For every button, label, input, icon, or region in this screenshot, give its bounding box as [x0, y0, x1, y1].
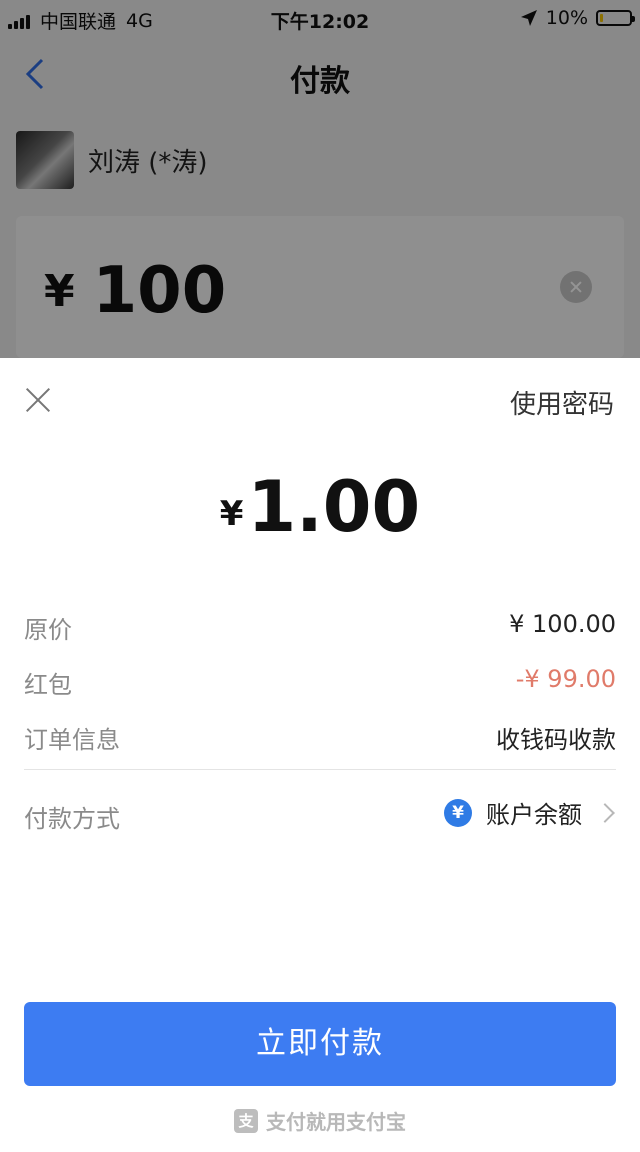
detail-value: 收钱码收款 [496, 726, 616, 754]
payment-amount-value: 1.00 [247, 466, 421, 548]
payment-method-selector[interactable]: ¥ 账户余额 [444, 795, 616, 830]
payment-currency: ¥ [219, 494, 244, 534]
modal-overlay[interactable] [0, 0, 640, 358]
detail-value: ¥ 100.00 [509, 610, 616, 638]
payment-amount: ¥1.00 [0, 466, 640, 548]
use-password-button[interactable]: 使用密码 [510, 384, 614, 421]
detail-row-red-packet: 红包 -¥ 99.00 [24, 659, 616, 699]
detail-row-original-price: 原价 ¥ 100.00 [24, 604, 616, 644]
detail-label: 原价 [24, 616, 72, 644]
divider [24, 769, 616, 770]
detail-label: 订单信息 [24, 726, 120, 754]
yuan-icon: ¥ [444, 798, 472, 827]
payment-method-value: 账户余额 [486, 801, 582, 829]
footer-slogan: 支付就用支付宝 [266, 1110, 406, 1134]
close-icon[interactable] [20, 382, 56, 418]
payment-method-label: 付款方式 [24, 805, 120, 833]
alipay-logo-icon: 支 [234, 1108, 258, 1133]
pay-now-button[interactable]: 立即付款 [24, 1002, 616, 1086]
footer-brand: 支 支付就用支付宝 [0, 1106, 640, 1135]
chevron-right-icon [595, 802, 615, 823]
detail-row-order-info: 订单信息 收钱码收款 [24, 714, 616, 754]
detail-value: -¥ 99.00 [515, 665, 616, 693]
payment-method-row[interactable]: 付款方式 ¥ 账户余额 [24, 793, 616, 833]
payment-sheet: 使用密码 ¥1.00 原价 ¥ 100.00 红包 -¥ 99.00 订单信息 … [0, 358, 640, 1152]
detail-label: 红包 [24, 671, 72, 699]
